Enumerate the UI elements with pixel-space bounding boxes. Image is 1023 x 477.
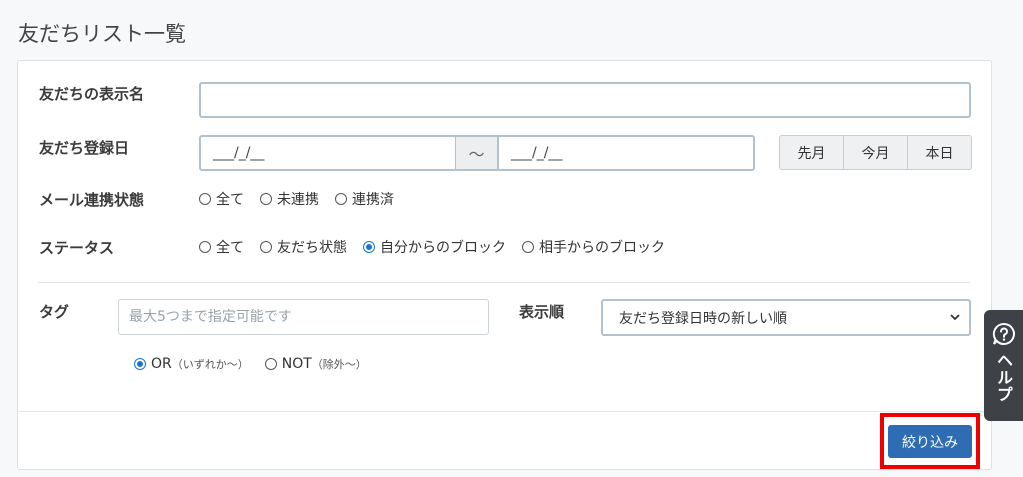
mail-status-radio-linked[interactable]: 連携済 bbox=[335, 189, 394, 209]
radio-icon bbox=[264, 358, 277, 370]
display-name-input[interactable] bbox=[199, 82, 971, 118]
radio-icon bbox=[260, 241, 272, 253]
radio-icon bbox=[335, 193, 347, 205]
sort-order-value: 友だち登録日時の新しい順 bbox=[619, 310, 787, 327]
mail-status-radio-unlinked[interactable]: 未連携 bbox=[260, 189, 319, 209]
tag-mode-options: OR （いずれか～） NOT （除外～） bbox=[134, 356, 383, 372]
display-name-label: 友だちの表示名 bbox=[39, 85, 145, 103]
radio-icon bbox=[522, 241, 534, 253]
footer-divider bbox=[18, 411, 991, 412]
tag-input[interactable] bbox=[118, 299, 489, 335]
question-icon bbox=[992, 322, 1015, 345]
date-from-input[interactable]: ___/_/__ bbox=[199, 135, 457, 171]
today-button[interactable]: 本日 bbox=[908, 136, 971, 169]
sort-order-label: 表示順 bbox=[519, 303, 565, 321]
mail-status-radio-all[interactable]: 全て bbox=[199, 189, 244, 209]
radio-icon bbox=[199, 193, 211, 205]
date-to-input[interactable]: ___/_/__ bbox=[497, 135, 755, 171]
section-divider bbox=[38, 282, 970, 283]
tag-mode-radio-not[interactable]: NOT （除外～） bbox=[264, 356, 367, 372]
radio-icon bbox=[260, 193, 272, 205]
mail-link-status-options: 全て 未連携 連携済 bbox=[199, 189, 410, 209]
status-radio-blocked-by-them[interactable]: 相手からのブロック bbox=[522, 237, 665, 257]
filter-panel: 友だちの表示名 友だち登録日 ___/_/__ ～ ___/_/__ 先月 今月… bbox=[17, 60, 992, 470]
date-range-separator: ～ bbox=[456, 135, 497, 171]
status-radio-friend[interactable]: 友だち状態 bbox=[260, 237, 347, 257]
chevron-down-icon bbox=[950, 314, 960, 321]
date-quick-buttons: 先月 今月 本日 bbox=[779, 135, 972, 170]
mail-link-status-label: メール連携状態 bbox=[39, 191, 145, 209]
help-label: ヘルプ bbox=[994, 352, 1013, 403]
help-tab[interactable]: ヘルプ bbox=[984, 310, 1023, 421]
registration-date-label: 友だち登録日 bbox=[39, 139, 130, 157]
radio-checked-icon bbox=[363, 241, 375, 253]
status-label: ステータス bbox=[39, 239, 115, 257]
this-month-button[interactable]: 今月 bbox=[844, 136, 908, 169]
status-radio-blocked-by-me[interactable]: 自分からのブロック bbox=[363, 237, 506, 257]
status-radio-all[interactable]: 全て bbox=[199, 237, 244, 257]
status-options: 全て 友だち状態 自分からのブロック 相手からのブロック bbox=[199, 237, 681, 257]
page-title: 友だちリスト一覧 bbox=[18, 22, 186, 46]
date-from-value: ___/_/__ bbox=[213, 145, 265, 161]
date-to-value: ___/_/__ bbox=[511, 145, 563, 161]
sort-order-select[interactable]: 友だち登録日時の新しい順 bbox=[601, 299, 971, 336]
radio-checked-icon bbox=[134, 358, 146, 370]
filter-button[interactable]: 絞り込み bbox=[888, 425, 972, 458]
radio-icon bbox=[199, 241, 211, 253]
last-month-button[interactable]: 先月 bbox=[780, 136, 844, 169]
tag-mode-radio-or[interactable]: OR （いずれか～） bbox=[134, 356, 249, 372]
tag-label: タグ bbox=[39, 303, 70, 321]
